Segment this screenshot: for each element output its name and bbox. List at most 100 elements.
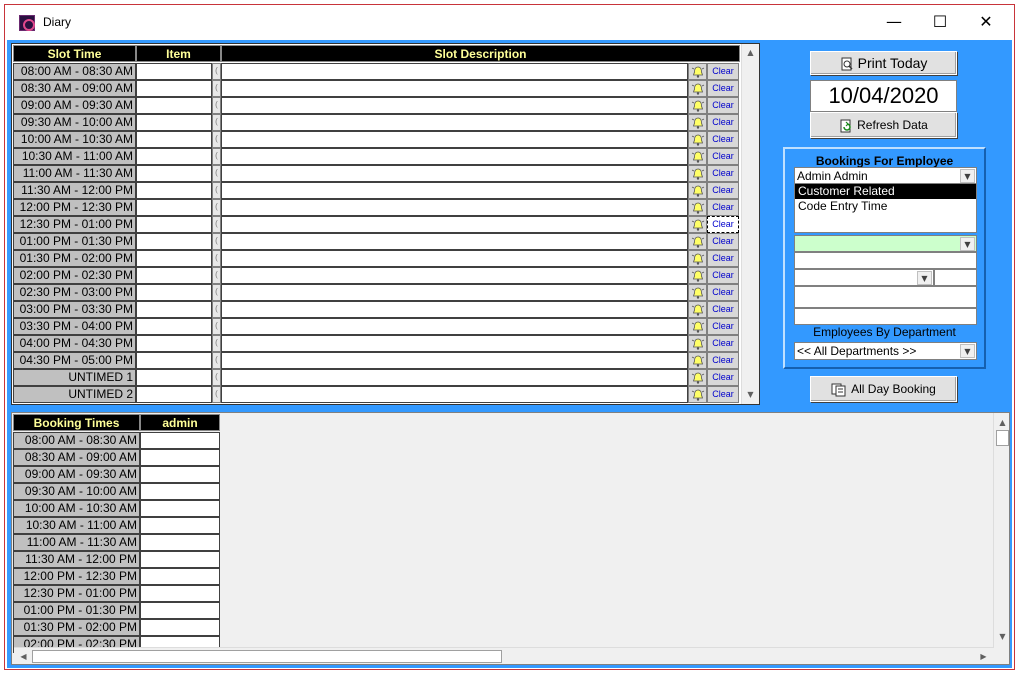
slot-item-input[interactable] bbox=[136, 267, 212, 284]
booking-vertical-scrollbar[interactable]: ▲ ▼ bbox=[993, 413, 1009, 647]
slot-description-input[interactable] bbox=[221, 182, 688, 199]
alarm-bell-icon[interactable] bbox=[688, 284, 707, 301]
slot-item-input[interactable] bbox=[136, 148, 212, 165]
slot-item-input[interactable] bbox=[136, 318, 212, 335]
alarm-bell-icon[interactable] bbox=[688, 318, 707, 335]
alarm-bell-icon[interactable] bbox=[688, 267, 707, 284]
scrollbar-thumb[interactable] bbox=[32, 650, 502, 663]
alarm-bell-icon[interactable] bbox=[688, 216, 707, 233]
minimize-button[interactable]: — bbox=[871, 11, 917, 35]
booking-horizontal-scrollbar[interactable]: ◀ ▶ bbox=[14, 647, 994, 664]
slot-item-button[interactable]: ( bbox=[212, 301, 221, 318]
slot-item-button[interactable]: ( bbox=[212, 114, 221, 131]
header-booking-times[interactable]: Booking Times bbox=[13, 414, 140, 431]
alarm-bell-icon[interactable] bbox=[688, 199, 707, 216]
slot-description-input[interactable] bbox=[221, 301, 688, 318]
alarm-bell-icon[interactable] bbox=[688, 352, 707, 369]
diary-vertical-scrollbar[interactable]: ▲ ▼ bbox=[741, 44, 759, 404]
slot-item-button[interactable]: ( bbox=[212, 199, 221, 216]
booking-option-select[interactable]: ▼ bbox=[794, 235, 977, 252]
slot-description-input[interactable] bbox=[221, 267, 688, 284]
alarm-bell-icon[interactable] bbox=[688, 165, 707, 182]
slot-item-input[interactable] bbox=[136, 301, 212, 318]
clear-button[interactable]: Clear bbox=[707, 97, 739, 114]
slot-item-button[interactable]: ( bbox=[212, 63, 221, 80]
slot-item-button[interactable]: ( bbox=[212, 335, 221, 352]
slot-description-input[interactable] bbox=[221, 250, 688, 267]
slot-item-input[interactable] bbox=[136, 199, 212, 216]
slot-description-input[interactable] bbox=[221, 352, 688, 369]
alarm-bell-icon[interactable] bbox=[688, 386, 707, 403]
clear-button[interactable]: Clear bbox=[707, 318, 739, 335]
alarm-bell-icon[interactable] bbox=[688, 148, 707, 165]
alarm-bell-icon[interactable] bbox=[688, 80, 707, 97]
all-day-booking-button[interactable]: All Day Booking bbox=[810, 376, 957, 402]
clear-button[interactable]: Clear bbox=[707, 80, 739, 97]
clear-button[interactable]: Clear bbox=[707, 250, 739, 267]
slot-item-input[interactable] bbox=[136, 131, 212, 148]
slot-item-input[interactable] bbox=[136, 80, 212, 97]
scroll-right-arrow-icon[interactable]: ▶ bbox=[976, 649, 991, 664]
slot-description-input[interactable] bbox=[221, 114, 688, 131]
alarm-bell-icon[interactable] bbox=[688, 250, 707, 267]
slot-item-input[interactable] bbox=[136, 335, 212, 352]
booking-user-cell[interactable] bbox=[140, 551, 220, 568]
header-slot-description[interactable]: Slot Description bbox=[221, 45, 740, 62]
slot-description-input[interactable] bbox=[221, 318, 688, 335]
chevron-down-icon[interactable]: ▼ bbox=[917, 271, 932, 285]
clear-button[interactable]: Clear bbox=[707, 301, 739, 318]
slot-description-input[interactable] bbox=[221, 80, 688, 97]
clear-button[interactable]: Clear bbox=[707, 352, 739, 369]
header-item[interactable]: Item bbox=[136, 45, 221, 62]
slot-description-input[interactable] bbox=[221, 233, 688, 250]
scroll-up-arrow-icon[interactable]: ▲ bbox=[743, 45, 758, 60]
clear-button[interactable]: Clear bbox=[707, 148, 739, 165]
slot-item-button[interactable]: ( bbox=[212, 352, 221, 369]
header-user-column[interactable]: admin bbox=[140, 414, 220, 431]
slot-description-input[interactable] bbox=[221, 335, 688, 352]
slot-item-input[interactable] bbox=[136, 250, 212, 267]
booking-user-cell[interactable] bbox=[140, 619, 220, 636]
slot-description-input[interactable] bbox=[221, 386, 688, 403]
slot-item-input[interactable] bbox=[136, 352, 212, 369]
slot-item-input[interactable] bbox=[136, 63, 212, 80]
booking-field-4[interactable] bbox=[794, 308, 977, 325]
slot-item-input[interactable] bbox=[136, 284, 212, 301]
booking-user-cell[interactable] bbox=[140, 568, 220, 585]
alarm-bell-icon[interactable] bbox=[688, 335, 707, 352]
chevron-down-icon[interactable]: ▼ bbox=[960, 344, 975, 358]
booking-user-cell[interactable] bbox=[140, 585, 220, 602]
alarm-bell-icon[interactable] bbox=[688, 182, 707, 199]
clear-button[interactable]: Clear bbox=[707, 199, 739, 216]
slot-item-input[interactable] bbox=[136, 165, 212, 182]
print-today-button[interactable]: Print Today bbox=[810, 51, 957, 75]
clear-button[interactable]: Clear bbox=[707, 369, 739, 386]
booking-user-cell[interactable] bbox=[140, 517, 220, 534]
alarm-bell-icon[interactable] bbox=[688, 63, 707, 80]
slot-item-button[interactable]: ( bbox=[212, 216, 221, 233]
slot-item-button[interactable]: ( bbox=[212, 318, 221, 335]
slot-item-input[interactable] bbox=[136, 97, 212, 114]
clear-button[interactable]: Clear bbox=[707, 284, 739, 301]
slot-description-input[interactable] bbox=[221, 369, 688, 386]
slot-item-input[interactable] bbox=[136, 216, 212, 233]
booking-user-cell[interactable] bbox=[140, 500, 220, 517]
booking-secondary-select[interactable]: ▼ bbox=[794, 269, 934, 286]
scroll-up-arrow-icon[interactable]: ▲ bbox=[995, 415, 1009, 430]
clear-button[interactable]: Clear bbox=[707, 165, 739, 182]
slot-description-input[interactable] bbox=[221, 199, 688, 216]
slot-description-input[interactable] bbox=[221, 63, 688, 80]
clear-button[interactable]: Clear bbox=[707, 335, 739, 352]
header-slot-time[interactable]: Slot Time bbox=[13, 45, 136, 62]
clear-button[interactable]: Clear bbox=[707, 386, 739, 403]
booking-type-item[interactable]: Customer Related bbox=[795, 184, 976, 199]
slot-item-input[interactable] bbox=[136, 369, 212, 386]
booking-user-cell[interactable] bbox=[140, 449, 220, 466]
booking-field-3[interactable] bbox=[794, 286, 977, 308]
booking-type-item[interactable]: Code Entry Time bbox=[795, 199, 976, 214]
alarm-bell-icon[interactable] bbox=[688, 131, 707, 148]
slot-item-button[interactable]: ( bbox=[212, 267, 221, 284]
chevron-down-icon[interactable]: ▼ bbox=[960, 237, 975, 251]
scroll-down-arrow-icon[interactable]: ▼ bbox=[995, 629, 1009, 644]
slot-item-input[interactable] bbox=[136, 233, 212, 250]
